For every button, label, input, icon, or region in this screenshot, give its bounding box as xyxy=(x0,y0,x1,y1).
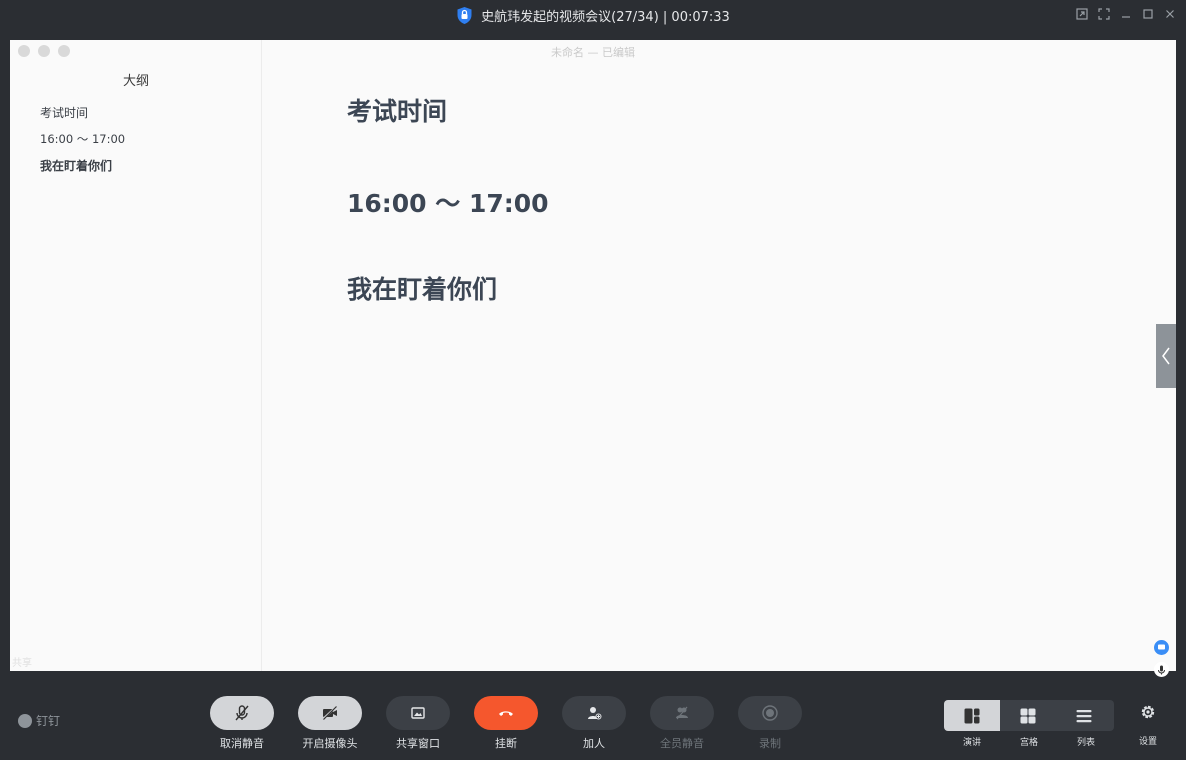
title-wrap: 史航玮发起的视频会议(27/34) | 00:07:33 xyxy=(0,0,1186,30)
hangup-label: 挂断 xyxy=(495,737,517,750)
fullscreen-icon xyxy=(1098,8,1110,20)
list-view-button[interactable] xyxy=(1056,700,1112,731)
share-window-label: 共享窗口 xyxy=(396,737,440,750)
record-icon xyxy=(762,705,778,721)
add-user-label: 加人 xyxy=(583,737,605,750)
add-user-pill[interactable] xyxy=(562,696,626,730)
dingtalk-logo-icon xyxy=(18,713,32,728)
hangup-pill[interactable] xyxy=(474,696,538,730)
settings-button[interactable]: 设置 xyxy=(1132,704,1164,747)
camera-off-icon xyxy=(322,706,337,720)
camera-label: 开启摄像头 xyxy=(302,737,358,750)
share-window-button[interactable]: 共享窗口 xyxy=(386,696,450,751)
side-panel-toggle[interactable] xyxy=(1156,324,1176,388)
mute-all-pill[interactable] xyxy=(650,696,714,730)
outline-item: 我在盯着你们 xyxy=(40,159,113,173)
document-heading: 考试时间 xyxy=(347,97,448,126)
meeting-toolbar: 钉钉 取消静音 开启摄像头 共享窗口 挂断 加人 全员静音 录制 演讲 宫格 列… xyxy=(0,684,1186,760)
close-icon xyxy=(1166,10,1174,18)
window-controls xyxy=(1074,5,1178,23)
window-title: 史航玮发起的视频会议(27/34) | 00:07:33 xyxy=(481,9,730,25)
title-bar: 史航玮发起的视频会议(27/34) | 00:07:33 xyxy=(0,0,1186,30)
pop-out-button[interactable] xyxy=(1074,5,1090,23)
mute-all-button[interactable]: 全员静音 xyxy=(650,696,714,751)
document-title: 未命名 — 已编辑 xyxy=(551,46,635,59)
mic-off-icon xyxy=(235,705,249,721)
close-button[interactable] xyxy=(1162,5,1178,23)
brand-label: 钉钉 xyxy=(36,714,61,728)
unmute-label: 取消静音 xyxy=(220,737,264,750)
minimize-button[interactable] xyxy=(1118,5,1134,23)
document-heading: 我在盯着你们 xyxy=(347,275,498,304)
list-view-icon xyxy=(1076,709,1092,722)
mic-indicator-icon xyxy=(1154,662,1169,677)
chat-indicator-icon[interactable] xyxy=(1154,640,1169,655)
grid-view-icon xyxy=(1020,708,1036,723)
unmute-button[interactable]: 取消静音 xyxy=(210,696,274,751)
brand: 钉钉 xyxy=(18,712,60,729)
share-window-icon xyxy=(411,707,425,719)
speaker-view-label: 演讲 xyxy=(962,738,981,748)
hangup-icon xyxy=(499,711,513,716)
add-user-button[interactable]: 加人 xyxy=(562,696,626,751)
camera-pill[interactable] xyxy=(298,696,362,730)
grid-view-button[interactable] xyxy=(1000,700,1056,731)
outline-item: 考试时间 xyxy=(40,106,89,120)
settings-label: 设置 xyxy=(1138,737,1157,747)
pop-out-icon xyxy=(1076,8,1088,20)
unmute-pill[interactable] xyxy=(210,696,274,730)
minimize-icon xyxy=(1122,16,1130,18)
gear-icon xyxy=(1141,705,1155,719)
speaker-view-icon xyxy=(964,708,980,723)
maximize-button[interactable] xyxy=(1140,5,1156,23)
shield-lock-icon xyxy=(457,6,472,24)
share-window-pill[interactable] xyxy=(386,696,450,730)
speaker-view-button[interactable] xyxy=(944,700,1000,731)
mute-all-icon xyxy=(676,706,688,720)
record-button[interactable]: 录制 xyxy=(738,696,802,751)
hangup-button[interactable]: 挂断 xyxy=(474,696,538,751)
shared-screen: 大纲 考试时间 16:00 ～ 17:00 我在盯着你们 未命名 — 已编辑 考… xyxy=(10,40,1176,671)
document-heading: 16:00 ～ 17:00 xyxy=(347,189,549,218)
mute-all-label: 全员静音 xyxy=(660,737,704,750)
grid-view-label: 宫格 xyxy=(1019,738,1038,748)
outline-heading: 大纲 xyxy=(122,74,149,89)
record-label: 录制 xyxy=(759,737,781,750)
add-user-icon xyxy=(588,707,602,720)
chevron-left-icon xyxy=(1162,347,1170,365)
fullscreen-button[interactable] xyxy=(1096,5,1112,23)
record-pill[interactable] xyxy=(738,696,802,730)
outline-panel: 大纲 考试时间 16:00 ～ 17:00 我在盯着你们 xyxy=(10,40,262,671)
list-view-label: 列表 xyxy=(1076,738,1095,748)
maximize-icon xyxy=(1143,9,1153,19)
camera-button[interactable]: 开启摄像头 xyxy=(298,696,362,751)
share-overlay-tag: 共享 xyxy=(12,658,32,669)
outline-item: 16:00 ～ 17:00 xyxy=(40,132,126,146)
view-switcher xyxy=(944,700,1114,731)
